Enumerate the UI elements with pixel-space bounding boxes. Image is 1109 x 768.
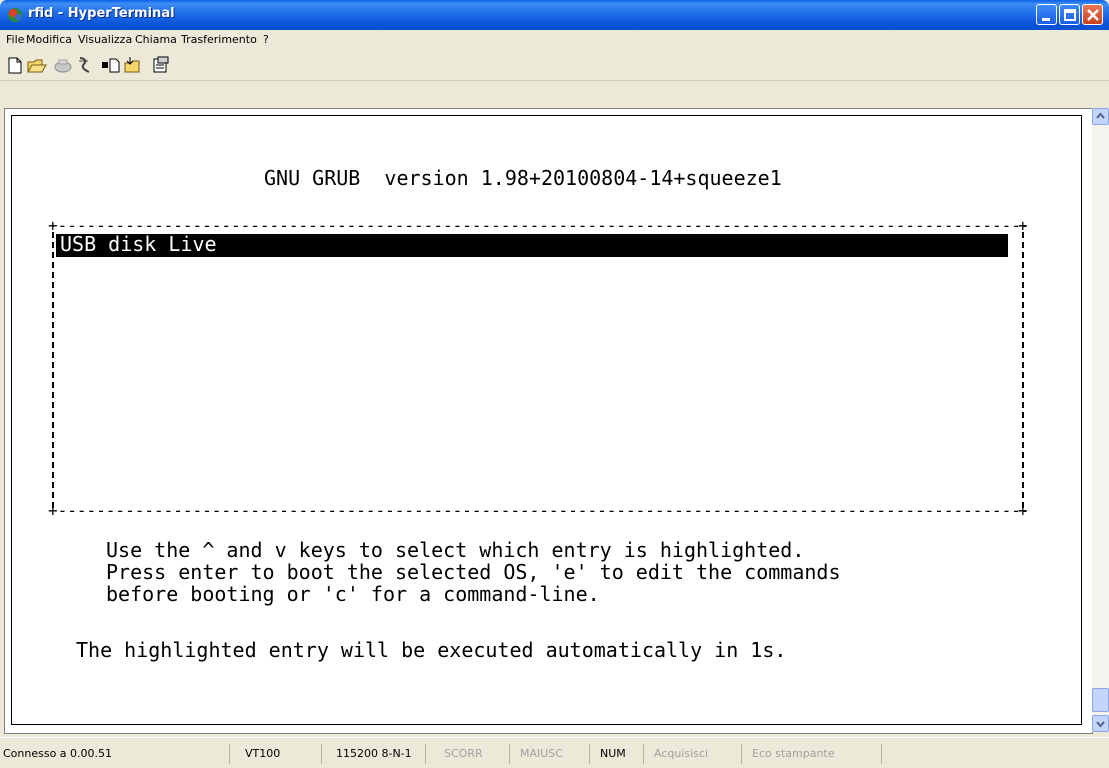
menu-left-border [52, 232, 54, 508]
vertical-scrollbar[interactable] [1092, 108, 1109, 732]
grub-screen: GNU GRUB version 1.98+20100804-14+squeez… [11, 115, 1082, 725]
window-title: rfid - HyperTerminal [28, 6, 175, 21]
menu-bottom-right-corner: + [1018, 501, 1028, 520]
scrollbar-thumb[interactable] [1092, 688, 1109, 712]
help-line-1: Use the ^ and v keys to select which ent… [106, 538, 805, 562]
disconnect-icon[interactable] [52, 55, 74, 75]
status-connected: Connesso a 0.00.51 [0, 744, 230, 764]
menu-modifica[interactable]: Modifica [26, 33, 72, 46]
properties-icon[interactable] [150, 55, 172, 75]
status-settings: 115200 8-N-1 [322, 744, 426, 764]
terminal-area[interactable]: GNU GRUB version 1.98+20100804-14+squeez… [4, 108, 1093, 734]
scroll-down-button[interactable] [1092, 715, 1109, 732]
status-empty [882, 744, 1109, 764]
scroll-up-button[interactable] [1092, 108, 1109, 125]
title-bar[interactable]: rfid - HyperTerminal [0, 0, 1109, 30]
status-print-echo: Eco stampante [742, 744, 882, 764]
close-button[interactable] [1082, 4, 1103, 25]
help-line-3: before booting or 'c' for a command-line… [106, 582, 600, 606]
toolbar [0, 50, 1109, 81]
minimize-button[interactable] [1036, 4, 1057, 25]
open-icon[interactable] [26, 55, 48, 75]
status-bar: Connesso a 0.00.51 VT100 115200 8-N-1 SC… [0, 737, 1109, 768]
menu-chiama[interactable]: Chiama [135, 33, 177, 46]
status-capture: Acquisisci [644, 744, 742, 764]
status-caps: MAIUSC [510, 744, 590, 764]
status-scroll: SCORR [426, 744, 510, 764]
menu-bar: File Modifica Visualizza Chiama Trasferi… [0, 30, 1109, 50]
menu-right-border [1022, 232, 1024, 508]
menu-file[interactable]: File [6, 33, 24, 46]
menu-help[interactable]: ? [263, 33, 269, 46]
boot-entry-usb-disk-live[interactable]: USB disk Live [60, 232, 217, 256]
menu-trasferimento[interactable]: Trasferimento [181, 33, 257, 46]
receive-icon[interactable] [122, 55, 144, 75]
help-line-2: Press enter to boot the selected OS, 'e'… [106, 560, 841, 584]
call-icon[interactable] [74, 55, 96, 75]
menu-visualizza[interactable]: Visualizza [78, 33, 132, 46]
grub-header: GNU GRUB version 1.98+20100804-14+squeez… [264, 166, 782, 190]
send-icon[interactable] [100, 55, 122, 75]
hyperterminal-icon [6, 6, 24, 24]
maximize-button[interactable] [1059, 4, 1080, 25]
status-num: NUM [590, 744, 644, 764]
menu-bottom-border: +---------------------------------------… [48, 501, 1026, 520]
status-emulation: VT100 [230, 744, 322, 764]
new-icon[interactable] [4, 55, 26, 75]
countdown-line: The highlighted entry will be executed a… [76, 638, 787, 662]
